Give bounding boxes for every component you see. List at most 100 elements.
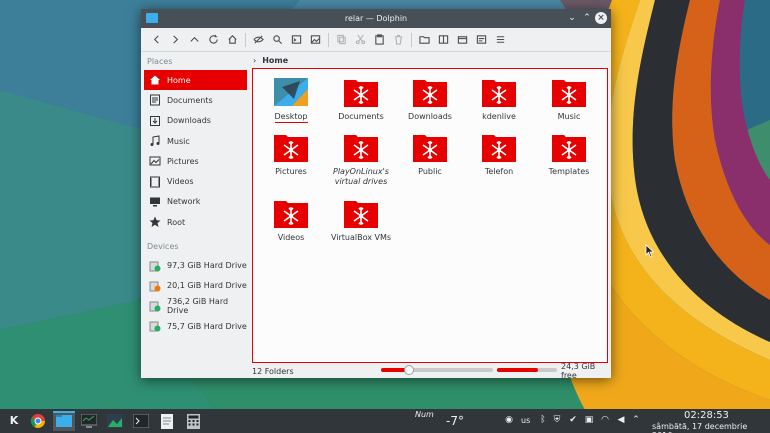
forward-button[interactable] xyxy=(166,30,185,49)
snowflake-folder-icon xyxy=(344,77,378,107)
minimize-button[interactable]: ⌄ xyxy=(566,12,578,24)
arrow-right-icon xyxy=(173,35,179,44)
folder-label: PlayOnLinux's virtual drives xyxy=(333,167,389,186)
place-label: Pictures xyxy=(167,156,199,166)
reload-button[interactable] xyxy=(204,30,223,49)
new-folder-button[interactable] xyxy=(415,30,434,49)
clipboard-icon[interactable]: ▣ xyxy=(583,414,595,426)
folder-music[interactable]: Music xyxy=(534,77,604,122)
place-label: Home xyxy=(167,75,191,85)
calculator-task[interactable] xyxy=(182,411,204,431)
folder-documents[interactable]: Documents xyxy=(326,77,396,122)
dolphin-task[interactable] xyxy=(53,411,75,431)
maximize-button[interactable]: ⌃ xyxy=(581,12,593,24)
breadcrumb: › Home xyxy=(253,52,288,68)
menu-button[interactable] xyxy=(491,30,510,49)
device-hard-drive-2[interactable]: 20,1 GiB Hard Drive xyxy=(141,276,251,296)
folder-telefon[interactable]: Telefon xyxy=(464,132,534,177)
chrome-task[interactable] xyxy=(27,411,49,431)
status-bar: 12 Folders 24,3 GiB free xyxy=(141,362,611,380)
split-view-button[interactable] xyxy=(434,30,453,49)
terminal-task[interactable] xyxy=(130,411,152,431)
place-label: Videos xyxy=(167,177,194,187)
new-tab-button[interactable] xyxy=(453,30,472,49)
home-button[interactable] xyxy=(223,30,242,49)
clock-time[interactable]: 02:28:53 xyxy=(684,410,729,421)
place-root[interactable]: Root xyxy=(141,212,251,232)
folder-public[interactable]: Public xyxy=(395,132,465,177)
kde-launcher-icon[interactable]: K xyxy=(4,412,24,430)
place-downloads[interactable]: Downloads xyxy=(141,111,251,131)
clipboard-icon xyxy=(375,34,384,45)
close-button[interactable]: × xyxy=(595,12,607,24)
wifi-icon[interactable]: ◠ xyxy=(599,414,611,426)
folder-downloads[interactable]: Downloads xyxy=(395,77,465,122)
folder-desktop[interactable]: Desktop xyxy=(256,77,326,123)
hamburger-menu-icon xyxy=(496,36,505,43)
breadcrumb-home[interactable]: Home xyxy=(262,56,288,65)
place-home[interactable]: Home xyxy=(144,70,247,91)
home-icon xyxy=(228,35,237,44)
vpn-shield-icon[interactable]: ⛨ xyxy=(551,414,563,426)
new-tab-icon xyxy=(457,36,468,44)
zoom-slider[interactable] xyxy=(381,365,493,375)
paste-button[interactable] xyxy=(370,30,389,49)
steam-icon[interactable]: ◉ xyxy=(503,414,515,426)
place-pictures[interactable]: Pictures xyxy=(141,151,251,171)
folder-app-icon[interactable] xyxy=(146,13,158,23)
system-monitor-task[interactable] xyxy=(78,411,100,431)
place-music[interactable]: Music xyxy=(141,131,251,151)
toolbar xyxy=(141,28,611,52)
place-label: Downloads xyxy=(167,116,211,126)
folder-virtualbox[interactable]: VirtualBox VMs xyxy=(326,198,396,243)
titlebar[interactable]: relar — Dolphin ⌄ ⌃ × xyxy=(141,9,611,28)
keyboard-layout[interactable]: us xyxy=(521,416,530,425)
file-view[interactable]: Desktop Documents Downloads kdenlive Mus… xyxy=(252,68,608,363)
videos-icon xyxy=(149,176,161,188)
place-label: Network xyxy=(167,197,201,207)
folder-playonlinux[interactable]: PlayOnLinux's virtual drives xyxy=(326,132,396,187)
device-hard-drive-3[interactable]: 736,2 GiB Hard Drive xyxy=(141,296,251,316)
place-videos[interactable]: Videos xyxy=(141,171,251,191)
copy-button[interactable] xyxy=(332,30,351,49)
free-space-label: 24,3 GiB free xyxy=(561,362,596,380)
bluetooth-icon[interactable]: ᛒ xyxy=(537,414,549,426)
device-hard-drive-4[interactable]: 75,7 GiB Hard Drive xyxy=(141,316,251,336)
updates-icon[interactable]: ✔ xyxy=(567,414,579,426)
volume-icon[interactable]: ◀ xyxy=(615,414,627,426)
folder-videos[interactable]: Videos xyxy=(256,198,326,243)
folder-templates[interactable]: Templates xyxy=(534,132,604,177)
folder-kdenlive[interactable]: kdenlive xyxy=(464,77,534,122)
up-button[interactable] xyxy=(185,30,204,49)
folder-label: VirtualBox VMs xyxy=(330,233,392,242)
place-network[interactable]: Network xyxy=(141,192,251,212)
image-preview-icon xyxy=(310,35,321,44)
hard-drive-icon xyxy=(149,280,161,292)
hidden-files-button[interactable] xyxy=(249,30,268,49)
expand-tray-icon[interactable]: ⌃ xyxy=(630,414,642,426)
back-button[interactable] xyxy=(147,30,166,49)
zoom-slider-handle[interactable] xyxy=(404,365,414,375)
clock-date[interactable]: sâmbătă, 17 decembrie 2016 xyxy=(652,422,770,433)
places-panel: Places Home Documents Downloads Music Pi… xyxy=(141,52,251,362)
snowflake-folder-icon xyxy=(274,198,308,228)
folder-label: Music xyxy=(557,112,581,121)
search-icon xyxy=(273,35,283,45)
documents-icon xyxy=(149,94,161,106)
image-viewer-task[interactable] xyxy=(104,411,126,431)
folder-icon xyxy=(56,415,72,427)
trash-icon xyxy=(394,34,403,45)
folder-pictures[interactable]: Pictures xyxy=(256,132,326,177)
properties-button[interactable] xyxy=(472,30,491,49)
snowflake-folder-icon xyxy=(344,132,378,162)
weather-temperature[interactable]: -7° xyxy=(446,414,464,428)
delete-button[interactable] xyxy=(389,30,408,49)
device-hard-drive-1[interactable]: 97,3 GiB Hard Drive xyxy=(141,255,251,275)
cut-button[interactable] xyxy=(351,30,370,49)
text-editor-task[interactable] xyxy=(156,411,178,431)
terminal-button[interactable] xyxy=(287,30,306,49)
place-documents[interactable]: Documents xyxy=(141,90,251,110)
preview-button[interactable] xyxy=(306,30,325,49)
search-button[interactable] xyxy=(268,30,287,49)
chevron-right-icon[interactable]: › xyxy=(253,56,256,65)
